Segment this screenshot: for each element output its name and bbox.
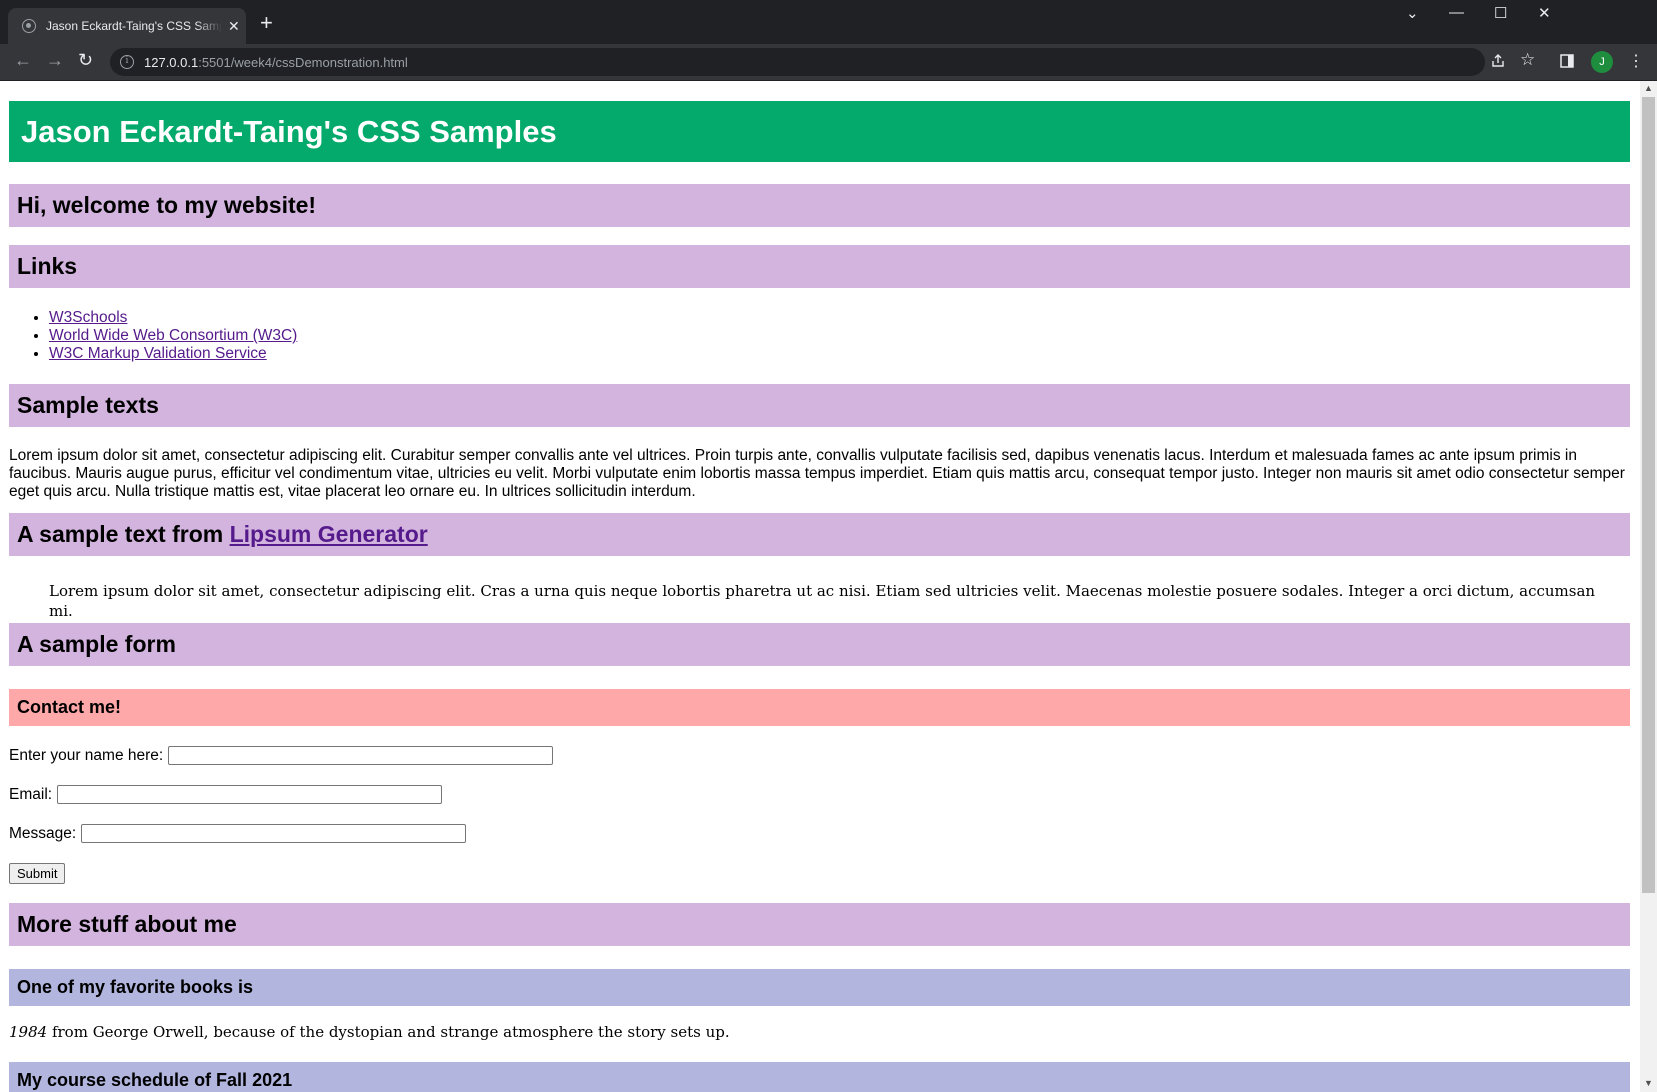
scroll-thumb[interactable] (1642, 97, 1655, 893)
star-icon[interactable]: ☆ (1520, 50, 1535, 70)
back-icon[interactable]: ← (14, 50, 32, 71)
lipsum-generator-link[interactable]: Lipsum Generator (230, 521, 428, 547)
list-item: W3Schools (49, 309, 297, 327)
message-label: Message: (9, 824, 77, 842)
side-panel-icon[interactable] (1560, 54, 1574, 68)
submit-button[interactable]: Submit (9, 863, 66, 884)
link-w3schools[interactable]: W3Schools (49, 309, 127, 326)
links-heading: Links (9, 245, 1630, 288)
new-tab-button[interactable]: + (260, 12, 273, 34)
browser-tab[interactable]: Jason Eckardt-Taing's CSS Samples ✕ (8, 8, 246, 44)
link-w3c[interactable]: World Wide Web Consortium (W3C) (49, 327, 297, 344)
minimize-icon[interactable]: — (1449, 4, 1464, 21)
forward-icon[interactable]: → (46, 50, 64, 71)
sample-paragraph: Lorem ipsum dolor sit amet, consectetur … (9, 447, 1625, 500)
message-input[interactable] (81, 824, 467, 843)
reload-icon[interactable]: ↻ (78, 50, 93, 71)
address-bar[interactable]: i 127.0.0.1 :5501/week4/cssDemonstration… (110, 48, 1485, 76)
sample-texts-heading: Sample texts (9, 384, 1630, 427)
lipsum-heading-text: A sample text from (17, 521, 230, 547)
scroll-up-icon[interactable]: ▲ (1644, 83, 1653, 93)
links-list: W3Schools World Wide Web Consortium (W3C… (49, 309, 297, 363)
form-heading: A sample form (9, 623, 1630, 666)
menu-icon[interactable]: ⋮ (1628, 51, 1644, 71)
close-window-icon[interactable]: ✕ (1538, 4, 1551, 22)
name-input[interactable] (168, 746, 554, 765)
globe-icon (22, 19, 36, 33)
browser-toolbar: ← → ↻ i 127.0.0.1 :5501/week4/cssDemonst… (0, 44, 1657, 81)
message-row: Message: (9, 824, 467, 843)
email-row: Email: (9, 785, 443, 804)
contact-heading: Contact me! (9, 689, 1630, 726)
tab-title: Jason Eckardt-Taing's CSS Samples (46, 19, 222, 33)
favorite-book-text: 1984 from George Orwell, because of the … (9, 1023, 730, 1041)
page-content: Jason Eckardt-Taing's CSS Samples Hi, we… (0, 81, 1640, 1092)
lipsum-heading: A sample text from Lipsum Generator (9, 513, 1630, 556)
page-scrollbar[interactable]: ▲ ▼ (1640, 81, 1657, 1092)
book-title: 1984 (9, 1023, 48, 1041)
email-label: Email: (9, 785, 53, 803)
tab-strip: Jason Eckardt-Taing's CSS Samples ✕ + ⌄ … (0, 0, 1657, 44)
email-input[interactable] (57, 785, 443, 804)
course-schedule-heading: My course schedule of Fall 2021 (9, 1062, 1630, 1092)
info-icon[interactable]: i (120, 55, 134, 69)
list-item: W3C Markup Validation Service (49, 345, 297, 363)
share-icon[interactable] (1490, 53, 1506, 69)
tab-search-icon[interactable]: ⌄ (1406, 4, 1419, 22)
welcome-heading: Hi, welcome to my website! (9, 184, 1630, 227)
url-path: :5501/week4/cssDemonstration.html (198, 54, 408, 70)
name-row: Enter your name here: (9, 746, 554, 765)
favorite-books-heading: One of my favorite books is (9, 969, 1630, 1006)
list-item: World Wide Web Consortium (W3C) (49, 327, 297, 345)
scroll-down-icon[interactable]: ▼ (1644, 1078, 1653, 1088)
url-host: 127.0.0.1 (144, 54, 199, 70)
more-about-me-heading: More stuff about me (9, 903, 1630, 946)
profile-avatar[interactable]: J (1591, 51, 1613, 73)
tab-close-icon[interactable]: ✕ (228, 18, 240, 35)
lipsum-quote: Lorem ipsum dolor sit amet, consectetur … (49, 582, 1596, 620)
maximize-icon[interactable]: ☐ (1494, 4, 1507, 22)
book-description: from George Orwell, because of the dysto… (47, 1023, 730, 1041)
name-label: Enter your name here: (9, 746, 164, 764)
link-w3c-validator[interactable]: W3C Markup Validation Service (49, 345, 267, 362)
page-banner-title: Jason Eckardt-Taing's CSS Samples (9, 101, 1630, 162)
